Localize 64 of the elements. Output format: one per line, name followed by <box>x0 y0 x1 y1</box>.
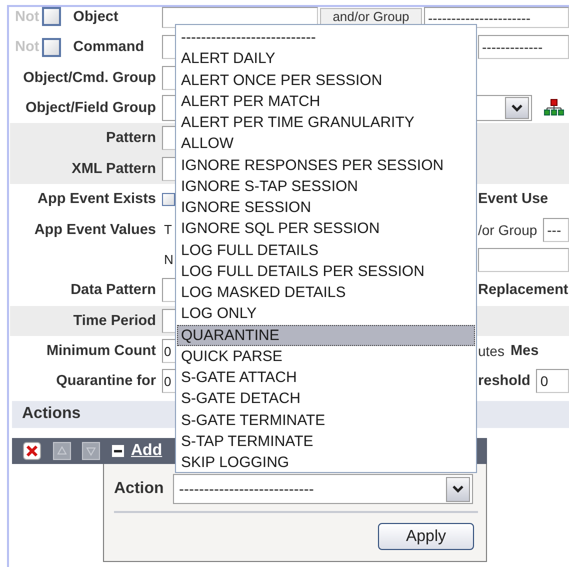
dropdown-option[interactable]: S-TAP TERMINATE <box>177 430 475 452</box>
field-label: Action <box>114 480 165 498</box>
chevron-icon <box>452 485 464 493</box>
dropdown-option[interactable]: QUICK PARSE <box>177 346 475 367</box>
dropdown-option[interactable]: LOG FULL DETAILS PER SESSION <box>177 260 475 282</box>
field-label: Command <box>73 39 144 56</box>
dropdown-option[interactable]: S-GATE ATTACH <box>177 367 475 388</box>
dropdown-option[interactable]: ALERT DAILY <box>177 48 475 70</box>
dropdown-option[interactable]: LOG FULL DETAILS <box>177 240 475 261</box>
dropdown-option[interactable]: IGNORE RESPONSES PER SESSION <box>177 154 475 176</box>
dropdown-option[interactable]: LOG ONLY <box>177 303 475 324</box>
dropdown-option[interactable]: QUARANTINE <box>177 324 475 346</box>
field-label: App Event Values <box>34 222 156 238</box>
field-label: reshold <box>478 373 530 390</box>
dropdown-option[interactable]: IGNORE SESSION <box>177 197 475 218</box>
dropdown-button[interactable] <box>446 476 470 502</box>
not-label: Not <box>15 8 40 24</box>
field-label: /or Group <box>478 222 538 238</box>
dropdown-option[interactable]: IGNORE S-TAP SESSION <box>177 176 475 197</box>
dropdown-option[interactable]: ALLOW <box>177 133 475 154</box>
field-label: Quarantine for <box>56 373 156 390</box>
text-field[interactable]: 0 <box>536 369 569 394</box>
dropdown-option[interactable]: --------------------------- <box>177 27 475 48</box>
field-label: Object/Cmd. Group <box>23 70 156 86</box>
dropdown-option[interactable]: ALERT ONCE PER SESSION <box>177 70 475 91</box>
chevron-icon <box>511 104 523 112</box>
dropdown-option[interactable]: LOG MASKED DETAILS <box>177 282 475 304</box>
field-label: App Event Exists <box>38 191 156 208</box>
field-label: Replacement <box>478 282 568 298</box>
dropdown-value: --------------------------- <box>179 480 314 498</box>
field-label: Pattern <box>106 130 156 146</box>
text-field[interactable]: ---------------------- <box>424 7 569 28</box>
field-label: utes <box>478 343 504 360</box>
dropdown-option[interactable]: SKIP LOGGING <box>177 452 475 474</box>
text-field[interactable]: ------------- <box>478 35 569 60</box>
dropdown-option[interactable]: IGNORE SQL PER SESSION <box>177 218 475 240</box>
checkbox[interactable] <box>162 192 175 206</box>
field-label: Event Use <box>478 191 548 208</box>
field-label: Object/Field Group <box>25 100 156 116</box>
field-value: N <box>163 252 174 268</box>
checkbox[interactable] <box>42 38 62 57</box>
field-label: Object <box>73 8 118 24</box>
add-link[interactable]: Add <box>131 442 162 460</box>
move-up-icon[interactable] <box>53 442 71 460</box>
dropdown-option[interactable]: S-GATE TERMINATE <box>177 410 475 431</box>
apply-button[interactable]: Apply <box>378 523 474 550</box>
field-value: T <box>163 222 172 238</box>
field-label: Data Pattern <box>70 282 156 298</box>
text-field[interactable] <box>478 248 569 272</box>
hierarchy-icon[interactable] <box>544 98 564 117</box>
dropdown-button[interactable] <box>505 96 529 119</box>
text-field[interactable]: --- <box>543 218 569 242</box>
dropdown-option[interactable]: ALERT PER TIME GRANULARITY <box>177 112 475 134</box>
field-label: Minimum Count <box>46 343 156 360</box>
field-label: XML Pattern <box>72 160 156 177</box>
field-label: Time Period <box>73 312 156 329</box>
move-down-icon[interactable] <box>82 442 100 460</box>
dropdown-option[interactable]: ALERT PER MATCH <box>177 90 475 112</box>
dropdown-field[interactable]: --------------------------- <box>173 474 473 504</box>
field-label: Mes <box>510 343 539 360</box>
delete-icon[interactable] <box>23 442 41 460</box>
collapse-icon[interactable] <box>112 444 124 457</box>
not-label: Not <box>15 39 40 56</box>
checkbox[interactable] <box>42 7 62 26</box>
